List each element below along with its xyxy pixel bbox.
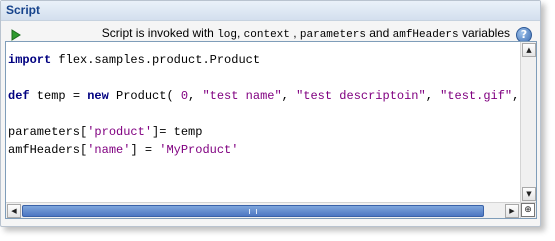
keyword: new (87, 89, 109, 103)
vertical-scrollbar[interactable]: ▲ ▼ (520, 42, 536, 202)
string-literal: "test.gif" (440, 89, 513, 103)
script-editor[interactable]: import flex.samples.product.Product def t… (5, 41, 537, 219)
code-text: , (188, 89, 203, 103)
var-log: log (217, 29, 237, 41)
var-parameters: parameters (299, 29, 366, 41)
keyword: import (8, 53, 52, 67)
var-amfheaders: amfHeaders (392, 29, 459, 41)
code-line: import flex.samples.product.Product (8, 51, 520, 69)
var-context: context (243, 29, 290, 41)
scroll-up-button[interactable]: ▲ (522, 43, 536, 57)
code-text: parameters[ (8, 125, 88, 139)
grip-icon (249, 209, 257, 214)
string-literal: "test descriptoin" (296, 89, 426, 103)
info-prefix: Script is invoked with (101, 26, 218, 40)
code-area[interactable]: import flex.samples.product.Product def t… (6, 42, 520, 202)
number-literal: 0 (180, 89, 189, 103)
code-text: ]= temp (152, 125, 203, 139)
script-panel: Script Script is invoked with log, conte… (0, 0, 541, 227)
code-text: temp = (29, 89, 88, 103)
code-text: amfHeaders[ (8, 143, 88, 157)
string-literal: 'product' (87, 125, 153, 139)
code-text: , (425, 89, 441, 103)
panel-title: Script (6, 3, 41, 17)
code-text: ] = (130, 143, 160, 157)
info-separator: , (289, 26, 300, 40)
string-literal: 'MyProduct' (159, 143, 239, 157)
horizontal-scrollbar[interactable]: ◀ ▶ (6, 202, 520, 218)
keyword: def (8, 89, 30, 103)
play-icon[interactable] (11, 29, 21, 41)
horizontal-scroll-thumb[interactable] (22, 205, 484, 217)
code-text: , (281, 89, 297, 103)
info-suffix: variables (458, 26, 510, 40)
info-separator: , (237, 26, 244, 40)
info-separator: and (365, 26, 393, 40)
scroll-down-button[interactable]: ▼ (522, 187, 536, 201)
script-info-text: Script is invoked with log, context , pa… (102, 26, 510, 41)
panel-header: Script (1, 1, 540, 21)
string-literal: "test name" (202, 89, 282, 103)
code-text: , (512, 89, 520, 103)
scroll-right-button[interactable]: ▶ (505, 204, 519, 218)
code-text: Product( (108, 89, 181, 103)
code-line: amfHeaders['name'] = 'MyProduct' (8, 141, 520, 159)
string-literal: 'name' (87, 143, 131, 157)
scroll-left-button[interactable]: ◀ (7, 204, 21, 218)
code-text: flex.samples.product.Product (51, 53, 261, 67)
scroll-corner: ⊕ (520, 202, 536, 218)
code-line: parameters['product']= temp (8, 123, 520, 141)
code-line: def temp = new Product( 0, "test name", … (8, 87, 520, 105)
magnifier-icon[interactable]: ⊕ (521, 203, 535, 217)
